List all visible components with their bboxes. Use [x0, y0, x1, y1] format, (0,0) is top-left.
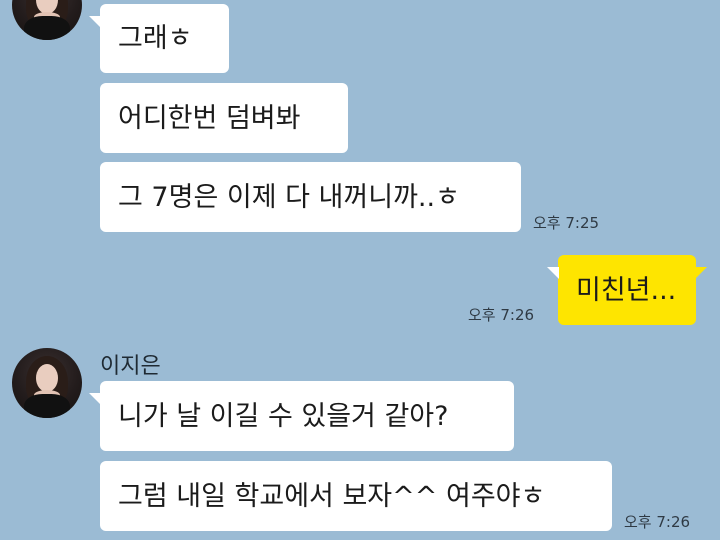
avatar-face — [36, 364, 58, 392]
sender-name: 이지은 — [100, 354, 161, 379]
message-bubble[interactable]: 그래ㅎ — [89, 4, 229, 73]
message-bubble[interactable]: 어디한번 덤벼봐 — [100, 83, 348, 153]
message-timestamp: 오후 7:25 — [533, 214, 600, 232]
message-bubble[interactable]: 그럼 내일 학교에서 보자^^ 여주야ㅎ — [100, 461, 612, 531]
my-message-bubble[interactable]: 미친년... — [547, 255, 707, 325]
avatar-body — [24, 394, 70, 418]
message-timestamp: 오후 7:26 — [624, 513, 691, 531]
message-text: 그럼 내일 학교에서 보자^^ 여주야ㅎ — [118, 480, 546, 512]
message-text: 어디한번 덤벼봐 — [118, 102, 301, 134]
message-text: 미친년... — [576, 274, 677, 306]
message-timestamp: 오후 7:26 — [468, 306, 535, 324]
profile-avatar[interactable] — [12, 0, 82, 40]
message-text: 그 7명은 이제 다 내꺼니까..ㅎ — [118, 181, 460, 213]
message-text: 니가 날 이길 수 있을거 같아? — [118, 400, 449, 432]
avatar-body — [24, 16, 70, 40]
message-text: 그래ㅎ — [118, 23, 193, 54]
profile-avatar[interactable] — [12, 348, 82, 418]
message-bubble[interactable]: 니가 날 이길 수 있을거 같아? — [89, 381, 514, 451]
message-bubble[interactable]: 그 7명은 이제 다 내꺼니까..ㅎ — [100, 162, 521, 232]
